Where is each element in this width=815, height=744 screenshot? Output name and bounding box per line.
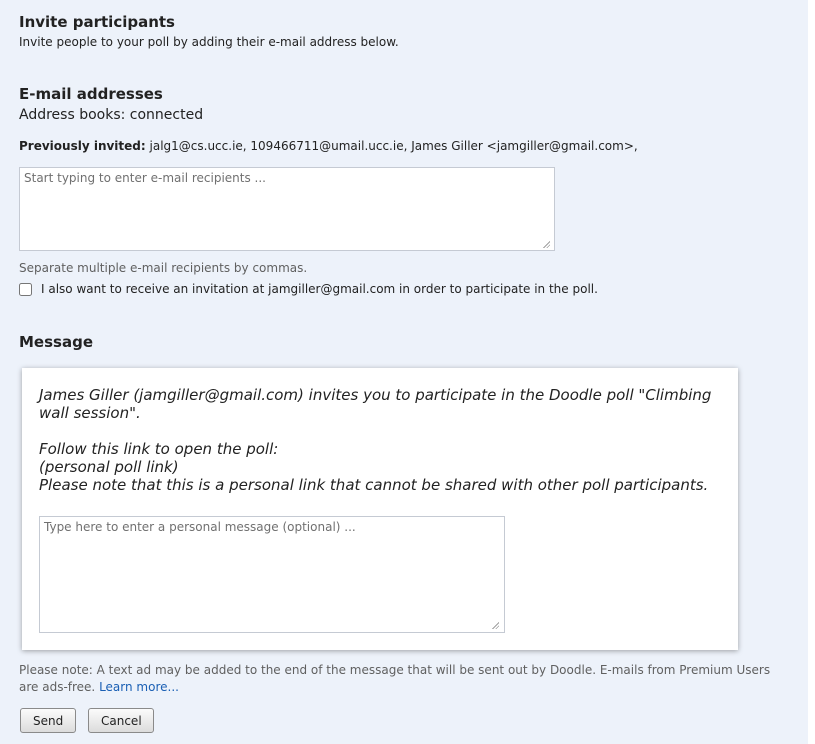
message-poll-link: (personal poll link) [39, 458, 179, 476]
send-button[interactable]: Send [20, 708, 76, 733]
self-invite-label: I also want to receive an invitation at … [41, 282, 598, 296]
recipients-input[interactable] [19, 167, 555, 251]
invite-panel: Invite participants Invite people to you… [0, 0, 808, 744]
message-link-note: Please note that this is a personal link… [39, 476, 709, 494]
ad-note: Please note: A text ad may be added to t… [19, 662, 789, 696]
previously-invited: Previously invited: jalg1@cs.ucc.ie, 109… [19, 139, 638, 153]
invite-description: Invite people to your poll by adding the… [19, 35, 399, 49]
message-intro: James Giller (jamgiller@gmail.com) invit… [39, 386, 712, 422]
message-preview: James Giller (jamgiller@gmail.com) invit… [22, 368, 738, 650]
self-invite-checkbox[interactable] [19, 282, 32, 296]
learn-more-link[interactable]: Learn more... [99, 680, 179, 694]
self-invite-row[interactable]: I also want to receive an invitation at … [19, 282, 598, 296]
message-link-instruction: Follow this link to open the poll: [39, 440, 279, 458]
cancel-button[interactable]: Cancel [88, 708, 154, 733]
address-books-status: Address books: connected [19, 107, 204, 123]
message-title: Message [19, 333, 93, 351]
previously-invited-list: jalg1@cs.ucc.ie, 109466711@umail.ucc.ie,… [149, 139, 638, 153]
recipients-hint: Separate multiple e-mail recipients by c… [19, 261, 308, 275]
message-body: James Giller (jamgiller@gmail.com) invit… [39, 386, 729, 494]
personal-message-input[interactable] [39, 516, 505, 633]
invite-title: Invite participants [19, 13, 175, 31]
previously-invited-label: Previously invited: [19, 139, 146, 153]
email-addresses-title: E-mail addresses [19, 85, 163, 103]
